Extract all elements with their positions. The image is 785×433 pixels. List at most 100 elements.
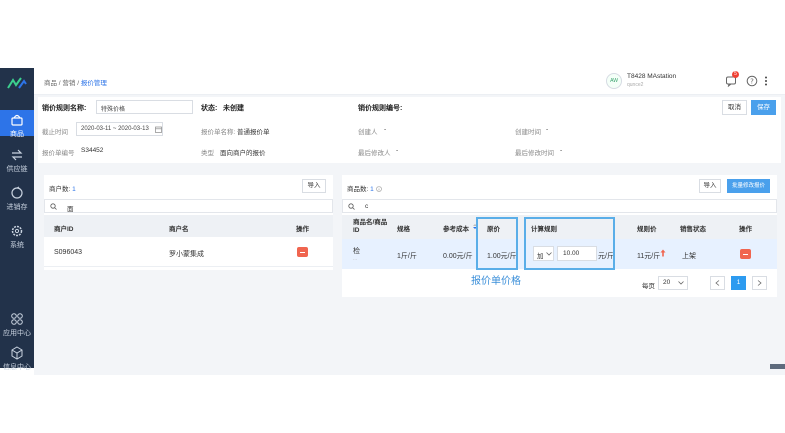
rule-no-label: 销价规则编号:: [358, 105, 403, 112]
notification-badge: 5: [732, 71, 739, 78]
merchant-name-cell: 罗小蒙集成: [169, 251, 204, 258]
col-merchant-id: 商户ID: [54, 226, 74, 233]
sidebar-item-label: 进销存: [6, 204, 28, 211]
quote-no-label: 报价单编号: [42, 150, 75, 157]
sidebar-item-label: 商品: [10, 131, 24, 138]
delete-button[interactable]: [297, 247, 308, 257]
original-price-highlight: [476, 217, 518, 270]
page-size-select[interactable]: 20: [658, 276, 688, 290]
deadline-label: 截止时间: [42, 129, 68, 136]
sidebar-item-supply[interactable]: 供应链: [0, 148, 34, 174]
merchant-count: 商户数: 1: [49, 183, 76, 193]
batch-edit-button[interactable]: 批量修改报价: [727, 179, 770, 193]
rule-price-cell: 11元/斤: [637, 253, 661, 260]
search-icon: [50, 203, 57, 210]
merchant-search-value: 面: [67, 206, 74, 213]
quote-name-label: 报价单名称:: [201, 129, 236, 136]
page-button-current[interactable]: 1: [731, 276, 746, 290]
rule-name-input[interactable]: 特殊价格: [96, 100, 193, 114]
chevron-down-icon: [678, 281, 684, 285]
save-button[interactable]: 保存: [751, 100, 776, 115]
merchant-import-button[interactable]: 导入: [302, 179, 326, 193]
product-import-button[interactable]: 导入: [699, 179, 721, 193]
ref-cost-cell: 0.00元/斤: [443, 253, 473, 260]
date-range-value: 2020-03-11 ~ 2020-03-13: [81, 126, 149, 132]
col-rule-price: 规则价: [637, 226, 657, 233]
product-search-input[interactable]: c: [342, 199, 777, 213]
rule-form: 销价规则名称: 特殊价格 状态: 未创建 销价规则编号: 取消 保存 截止时间 …: [38, 97, 781, 163]
breadcrumb-item[interactable]: 商品: [44, 80, 57, 87]
more-icon[interactable]: [763, 75, 769, 87]
basket-icon: [11, 114, 23, 126]
merchant-search-input[interactable]: 面: [44, 199, 333, 213]
calc-rule-highlight: [524, 217, 615, 270]
product-search-value: c: [365, 203, 369, 210]
product-count-label: 商品数:: [347, 186, 369, 193]
product-id-cell: ...: [353, 256, 358, 262]
sidebar: 商品 供应链 进销存 系统 应用中心 信息中心: [0, 68, 34, 371]
gear-icon: [11, 225, 23, 237]
sidebar-item-label: 信息中心: [3, 364, 31, 371]
sidebar-item-apps[interactable]: 应用中心: [0, 312, 34, 338]
info-icon[interactable]: [375, 186, 382, 192]
breadcrumb: 商品 / 营销 / 报价管理: [44, 80, 107, 87]
callout-label: 报价单价格: [471, 276, 521, 287]
breadcrumb-current: 报价管理: [80, 80, 107, 87]
user-name: T8428 MAstation: [627, 73, 677, 80]
product-name-cell[interactable]: 检: [353, 246, 360, 256]
top-bar: 商品 / 营销 / 报价管理 AW T8428 MAstation qunce2…: [34, 68, 785, 95]
chevron-right-icon: [757, 280, 762, 286]
next-page-button[interactable]: [752, 276, 767, 290]
col-product-name: 商品名/商品ID: [353, 219, 388, 234]
col-merchant-name: 商户名: [169, 226, 189, 233]
creator-label: 创建人: [358, 129, 378, 136]
sidebar-item-label: 供应链: [6, 166, 28, 173]
calendar-icon[interactable]: [155, 126, 162, 133]
user-menu[interactable]: AW T8428 MAstation qunce2: [606, 72, 711, 91]
status-label: 状态:: [201, 105, 218, 112]
svg-text:?: ?: [750, 78, 754, 86]
logo-icon: [7, 77, 27, 89]
breadcrumb-item[interactable]: 营销: [62, 80, 75, 87]
merchant-table-header: 商户ID 商户名 操作: [44, 215, 333, 237]
rule-name-label: 销价规则名称:: [42, 105, 87, 112]
chevron-left-icon: [715, 280, 720, 286]
type-label: 类型: [201, 150, 214, 157]
sidebar-item-inventory[interactable]: 进销存: [0, 186, 34, 212]
quote-name-value: 普通报价单: [237, 129, 270, 136]
type-value: 面向商户的报价: [220, 150, 266, 157]
col-actions: 操作: [296, 226, 309, 233]
spec-cell: 1斤/斤: [397, 253, 417, 260]
sidebar-item-label: 应用中心: [3, 330, 31, 337]
arrow-up-icon: [660, 249, 666, 257]
created-time-label: 创建时间: [515, 129, 541, 136]
exchange-icon: [11, 149, 23, 161]
date-range-input[interactable]: 2020-03-11 ~ 2020-03-13: [76, 122, 163, 136]
table-row: S096043 罗小蒙集成: [44, 237, 333, 267]
help-icon[interactable]: ?: [746, 75, 758, 87]
product-panel: 商品数: 1 导入 批量修改报价 c 商品名/商品ID 规格 参考成本 原价 计…: [342, 175, 777, 297]
avatar: AW: [606, 73, 622, 89]
product-count-value: 1: [370, 186, 374, 193]
sidebar-item-system[interactable]: 系统: [0, 224, 34, 250]
merchant-count-label: 商户数:: [49, 186, 71, 193]
cube-icon: [11, 346, 23, 360]
sidebar-item-info[interactable]: 信息中心: [0, 346, 34, 372]
sidebar-item-goods[interactable]: 商品: [0, 110, 34, 138]
page-size-value: 20: [663, 279, 671, 286]
search-icon: [348, 203, 355, 210]
col-sale-status: 销售状态: [680, 226, 706, 233]
prev-page-button[interactable]: [710, 276, 725, 290]
status-value: 未创建: [223, 105, 244, 112]
delete-button[interactable]: [740, 249, 751, 259]
sale-status-cell: 上架: [682, 253, 696, 260]
cancel-button[interactable]: 取消: [722, 100, 747, 115]
col-ref-cost: 参考成本: [443, 226, 469, 233]
creator-value: -: [384, 126, 387, 133]
corner-tab: [770, 364, 785, 369]
sidebar-item-label: 系统: [10, 242, 24, 249]
created-time-value: -: [546, 126, 549, 133]
col-actions: 操作: [739, 226, 752, 233]
quote-no-value: S34452: [81, 147, 104, 154]
cycle-icon: [11, 186, 23, 199]
